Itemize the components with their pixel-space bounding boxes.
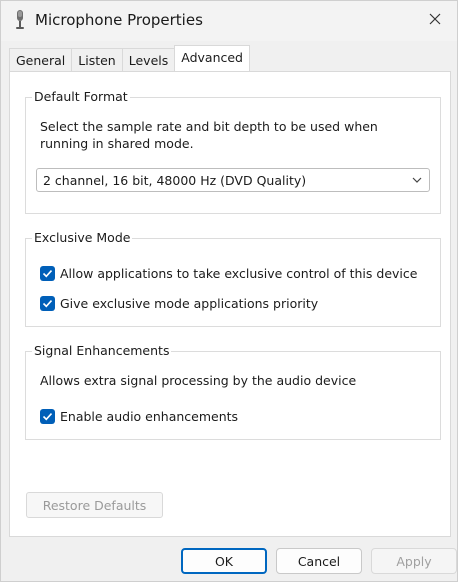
exclusive-mode-legend: Exclusive Mode	[32, 230, 133, 245]
apply-button[interactable]: Apply	[371, 548, 457, 574]
exclusive-control-checkbox[interactable]	[40, 265, 55, 281]
restore-defaults-button[interactable]: Restore Defaults	[26, 492, 163, 518]
ok-button[interactable]: OK	[181, 548, 267, 574]
title-bar[interactable]: Microphone Properties	[1, 1, 457, 41]
properties-window: Microphone Properties General Listen Lev…	[0, 0, 458, 582]
audio-enhancements-checkbox[interactable]	[40, 408, 55, 424]
default-format-group: Default Format Select the sample rate an…	[25, 89, 441, 214]
exclusive-priority-checkbox[interactable]	[40, 295, 55, 311]
exclusive-priority-option[interactable]: Give exclusive mode applications priorit…	[40, 294, 318, 312]
signal-enhancements-legend: Signal Enhancements	[32, 343, 172, 358]
close-icon	[429, 13, 441, 28]
sample-rate-dropdown[interactable]: 2 channel, 16 bit, 48000 Hz (DVD Quality…	[36, 168, 430, 192]
microphone-icon	[13, 9, 27, 31]
checkmark-icon	[42, 412, 53, 420]
exclusive-control-option[interactable]: Allow applications to take exclusive con…	[40, 264, 417, 282]
exclusive-priority-label: Give exclusive mode applications priorit…	[60, 295, 319, 311]
exclusive-control-label: Allow applications to take exclusive con…	[60, 265, 418, 281]
default-format-description: Select the sample rate and bit depth to …	[40, 119, 378, 151]
window-title: Microphone Properties	[35, 11, 203, 29]
signal-enhancements-description: Allows extra signal processing by the au…	[40, 373, 357, 388]
tab-general[interactable]: General	[9, 48, 73, 71]
close-button[interactable]	[417, 3, 453, 37]
tab-levels[interactable]: Levels	[121, 48, 176, 71]
tab-strip: General Listen Levels Advanced	[9, 45, 250, 72]
audio-enhancements-option[interactable]: Enable audio enhancements	[40, 407, 238, 425]
tab-advanced[interactable]: Advanced	[174, 45, 250, 71]
signal-enhancements-group: Signal Enhancements Allows extra signal …	[25, 343, 441, 440]
tab-listen[interactable]: Listen	[71, 48, 123, 71]
checkmark-icon	[42, 269, 53, 277]
checkmark-icon	[42, 299, 53, 307]
default-format-legend: Default Format	[32, 89, 130, 104]
exclusive-mode-group: Exclusive Mode Allow applications to tak…	[25, 230, 441, 327]
sample-rate-selected: 2 channel, 16 bit, 48000 Hz (DVD Quality…	[43, 173, 307, 188]
cancel-button[interactable]: Cancel	[276, 548, 362, 574]
audio-enhancements-label: Enable audio enhancements	[60, 408, 239, 424]
advanced-panel: Default Format Select the sample rate an…	[9, 71, 451, 537]
chevron-down-icon	[411, 174, 423, 186]
